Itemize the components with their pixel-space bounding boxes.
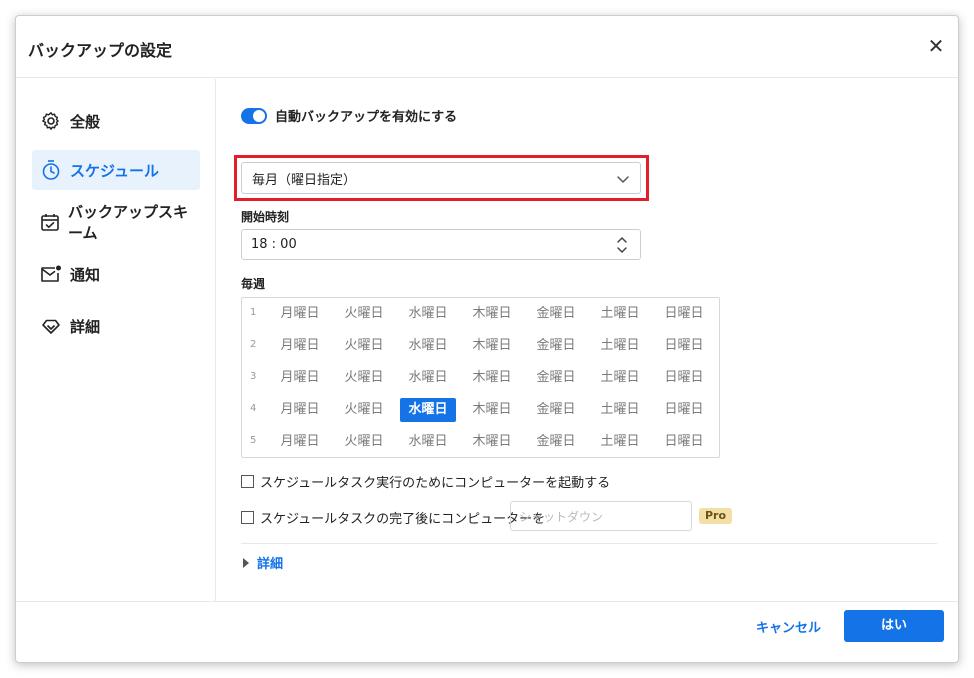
day-cell[interactable]: 木曜日 (464, 398, 520, 422)
day-cell[interactable]: 日曜日 (656, 302, 712, 326)
week-row: 4 月曜日 火曜日 水曜日 木曜日 金曜日 土曜日 日曜日 (242, 394, 719, 426)
day-cell[interactable]: 金曜日 (528, 334, 584, 358)
up-down-spinner-icon[interactable] (616, 235, 628, 255)
day-cell[interactable]: 月曜日 (272, 302, 328, 326)
sidebar-item-label: バックアップスキーム (68, 203, 189, 242)
sidebar-item-schedule[interactable]: スケジュール (32, 150, 200, 190)
day-cell[interactable]: 土曜日 (592, 430, 648, 454)
after-option-row: スケジュールタスクの完了後にコンピューターを (241, 508, 545, 527)
day-cell[interactable]: 日曜日 (656, 398, 712, 422)
week-row: 2 月曜日 火曜日 水曜日 木曜日 金曜日 土曜日 日曜日 (242, 330, 719, 362)
day-cell[interactable]: 土曜日 (592, 334, 648, 358)
sidebar-item-general[interactable]: 全般 (32, 101, 200, 141)
week-number: 2 (250, 339, 257, 350)
week-row: 1 月曜日 火曜日 水曜日 木曜日 金曜日 土曜日 日曜日 (242, 298, 719, 330)
sidebar-item-label: 詳細 (70, 317, 101, 336)
day-cell[interactable]: 金曜日 (528, 398, 584, 422)
day-cell[interactable]: 月曜日 (272, 398, 328, 422)
dialog-title: バックアップの設定 (28, 41, 173, 60)
schedule-panel: 自動バックアップを有効にする 毎月（曜日指定） 開始時刻 18 : 00 毎週 … (217, 79, 958, 601)
calendar-check-icon (40, 211, 60, 233)
week-row: 3 月曜日 火曜日 水曜日 木曜日 金曜日 土曜日 日曜日 (242, 362, 719, 394)
day-cell[interactable]: 金曜日 (528, 302, 584, 326)
day-cell[interactable]: 水曜日 (400, 366, 456, 390)
after-task-checkbox[interactable] (241, 511, 254, 524)
auto-backup-label: 自動バックアップを有効にする (275, 110, 458, 125)
day-cell[interactable]: 火曜日 (336, 366, 392, 390)
day-cell[interactable]: 水曜日 (400, 398, 456, 422)
footer-divider (16, 601, 958, 602)
day-cell[interactable]: 日曜日 (656, 334, 712, 358)
ok-button[interactable]: はい (844, 610, 944, 642)
shutdown-field: シャットダウン (510, 501, 692, 531)
day-cell[interactable]: 月曜日 (272, 366, 328, 390)
divider (241, 543, 937, 544)
weekly-label: 毎週 (241, 277, 266, 291)
day-cell[interactable]: 日曜日 (656, 366, 712, 390)
frequency-select[interactable]: 毎月（曜日指定） (241, 162, 641, 194)
details-expander[interactable]: 詳細 (243, 553, 283, 572)
day-cell[interactable]: 木曜日 (464, 430, 520, 454)
cancel-button[interactable]: キャンセル (756, 617, 821, 636)
week-day-grid: 1 月曜日 火曜日 水曜日 木曜日 金曜日 土曜日 日曜日 2 月曜日 火曜日 水曜日 木曜日 金曜日 土曜… (241, 297, 720, 458)
close-icon[interactable]: ✕ (926, 36, 946, 56)
sidebar-item-backup-scheme[interactable]: バックアップスキーム (32, 202, 200, 242)
sidebar-item-notification[interactable]: 通知 (32, 254, 200, 294)
week-row: 5 月曜日 火曜日 水曜日 木曜日 金曜日 土曜日 日曜日 (242, 426, 719, 458)
start-time-value: 18 : 00 (251, 237, 297, 252)
sidebar-item-label: 全般 (70, 112, 101, 131)
sidebar: 全般 スケジュール バックアップスキーム 通知 詳細 (16, 79, 216, 601)
day-cell[interactable]: 月曜日 (272, 430, 328, 454)
week-number: 4 (250, 403, 257, 414)
after-task-label: スケジュールタスクの完了後にコンピューターを (260, 512, 546, 527)
frequency-value: 毎月（曜日指定） (252, 172, 357, 188)
diamond-icon (40, 315, 62, 337)
day-cell[interactable]: 水曜日 (400, 302, 456, 326)
day-cell[interactable]: 火曜日 (336, 430, 392, 454)
day-cell[interactable]: 月曜日 (272, 334, 328, 358)
day-cell[interactable]: 水曜日 (400, 334, 456, 358)
day-cell[interactable]: 火曜日 (336, 334, 392, 358)
day-cell[interactable]: 金曜日 (528, 366, 584, 390)
day-cell[interactable]: 水曜日 (400, 430, 456, 454)
wake-computer-checkbox[interactable] (241, 475, 254, 488)
day-cell[interactable]: 火曜日 (336, 398, 392, 422)
wake-computer-label: スケジュールタスク実行のためにコンピューターを起動する (260, 476, 611, 491)
week-number: 3 (250, 371, 257, 382)
day-cell[interactable]: 火曜日 (336, 302, 392, 326)
wake-option-row: スケジュールタスク実行のためにコンピューターを起動する (241, 472, 610, 491)
week-number: 5 (250, 435, 257, 446)
day-cell[interactable]: 木曜日 (464, 334, 520, 358)
day-cell[interactable]: 土曜日 (592, 398, 648, 422)
start-time-input[interactable]: 18 : 00 (241, 229, 641, 260)
pro-badge: Pro (699, 508, 733, 524)
start-time-label: 開始時刻 (241, 210, 290, 224)
caret-right-icon (243, 557, 249, 568)
auto-backup-toggle[interactable] (241, 107, 267, 124)
mail-icon (40, 263, 62, 285)
sidebar-item-label: スケジュール (70, 161, 159, 180)
day-cell[interactable]: 日曜日 (656, 430, 712, 454)
gear-icon (40, 110, 62, 132)
sidebar-item-details[interactable]: 詳細 (32, 306, 200, 346)
day-cell[interactable]: 木曜日 (464, 366, 520, 390)
day-cell[interactable]: 土曜日 (592, 366, 648, 390)
sidebar-item-label: 通知 (70, 265, 101, 284)
details-label: 詳細 (257, 557, 284, 572)
dialog-header: バックアップの設定 ✕ (16, 16, 958, 78)
day-cell[interactable]: 土曜日 (592, 302, 648, 326)
day-cell[interactable]: 木曜日 (464, 302, 520, 326)
backup-settings-dialog: バックアップの設定 ✕ 全般 スケジュール バックアップスキーム 通知 詳細 自… (15, 15, 959, 663)
chevron-down-icon (616, 171, 630, 185)
week-number: 1 (250, 307, 257, 318)
timer-icon (40, 159, 62, 181)
auto-backup-row: 自動バックアップを有効にする (241, 106, 457, 125)
day-cell[interactable]: 金曜日 (528, 430, 584, 454)
